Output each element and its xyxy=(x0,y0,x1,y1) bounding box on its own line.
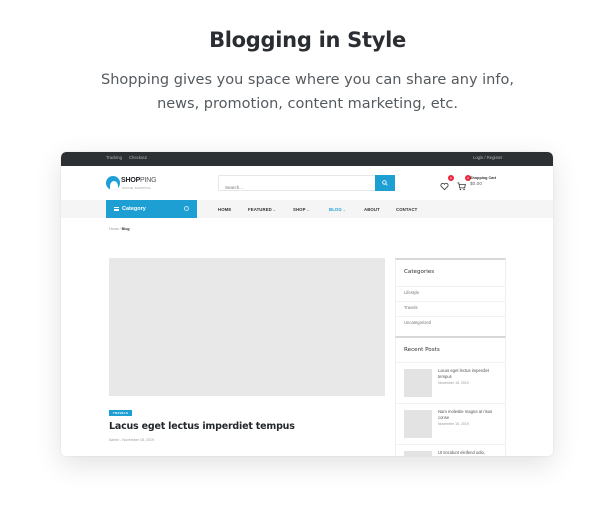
recent-post-item[interactable]: Ut tincidunt eleifend odio, xyxy=(396,444,505,456)
chevron-down-icon: ⌄ xyxy=(342,207,346,212)
hero-subtitle-line-2: news, promotion, content marketing, etc. xyxy=(157,96,458,112)
category-item[interactable]: Uncategorized xyxy=(396,316,505,331)
nav-home-label: HOME xyxy=(218,206,232,212)
recent-posts-widget: Recent Posts Lacus eget lectus imperdiet… xyxy=(395,336,506,456)
chevron-down-icon: ⌄ xyxy=(306,207,310,212)
nav-featured-label: FEATURED xyxy=(248,206,272,212)
nav-shop[interactable]: SHOP⌄ xyxy=(293,207,310,212)
nav-featured[interactable]: FEATURED⌄ xyxy=(248,207,276,212)
post-meta: Admin - November 15, 2019 xyxy=(109,438,154,442)
logo-tagline: ONLINE SHOPPING xyxy=(122,186,151,190)
recent-posts-widget-title: Recent Posts xyxy=(404,347,440,353)
cart-label[interactable]: Shopping Cart xyxy=(470,176,496,180)
site-logo[interactable]: SHOPPING ONLINE SHOPPING xyxy=(106,176,176,194)
recent-post-title[interactable]: Ut tincidunt eleifend odio, xyxy=(438,450,502,456)
checkout-link[interactable]: Checkout xyxy=(129,155,147,160)
nav-contact-label: CONTACT xyxy=(396,206,418,212)
category-item[interactable]: Travels xyxy=(396,301,505,316)
recent-post-title[interactable]: Nam molestie magna at risus conse xyxy=(438,409,502,421)
post-featured-image[interactable] xyxy=(109,258,385,396)
nav-contact[interactable]: CONTACT xyxy=(396,207,417,212)
cart-button[interactable]: 0 xyxy=(457,175,471,191)
main-nav: Category HOME FEATURED⌄ SHOP⌄ BLOG⌄ ABOU… xyxy=(61,200,553,218)
nav-shop-label: SHOP xyxy=(293,206,306,212)
cart-total: $0.00 xyxy=(470,182,483,187)
logo-text-bold: SHOP xyxy=(121,177,141,184)
recent-post-thumbnail[interactable] xyxy=(404,410,432,438)
recent-post-date: November 15, 2019 xyxy=(438,422,469,426)
wishlist-button[interactable]: 0 xyxy=(440,175,454,191)
category-item[interactable]: Lifestyle xyxy=(396,286,505,301)
nav-home[interactable]: HOME xyxy=(218,207,231,212)
recent-post-thumbnail[interactable] xyxy=(404,451,432,456)
post-author[interactable]: Admin xyxy=(109,438,119,442)
post-date: November 15, 2019 xyxy=(122,438,154,442)
menu-icon xyxy=(114,206,119,211)
heart-icon xyxy=(440,182,449,191)
wishlist-count-badge: 0 xyxy=(448,175,454,181)
recent-post-thumbnail[interactable] xyxy=(404,369,432,397)
hero-subtitle: Shopping gives you space where you can s… xyxy=(0,68,615,116)
chevron-down-icon: ⌄ xyxy=(272,207,276,212)
login-register-link[interactable]: Login / Register xyxy=(473,155,502,160)
nav-about[interactable]: ABOUT xyxy=(364,207,380,212)
hero-subtitle-line-1: Shopping gives you space where you can s… xyxy=(101,72,514,88)
category-label: Category xyxy=(122,206,146,212)
recent-post-date: November 15, 2019 xyxy=(438,381,469,385)
logo-text: SHOPPING xyxy=(121,177,157,184)
logo-icon xyxy=(106,176,120,190)
search-icon xyxy=(382,180,388,186)
category-menu-button[interactable]: Category xyxy=(106,200,197,218)
top-bar: Tracking Checkout Login / Register xyxy=(61,152,553,166)
categories-widget-title: Categories xyxy=(404,269,435,275)
search-button[interactable] xyxy=(375,175,395,191)
hero-title: Blogging in Style xyxy=(209,28,406,52)
browser-preview: Tracking Checkout Login / Register SHOPP… xyxy=(61,152,553,456)
recent-post-item[interactable]: Nam molestie magna at risus conse Novemb… xyxy=(396,403,505,444)
tracking-link[interactable]: Tracking xyxy=(106,155,122,160)
post-title[interactable]: Lacus eget lectus imperdiet tempus xyxy=(109,421,295,432)
category-toggle-icon xyxy=(184,206,189,211)
nav-blog-label: BLOG xyxy=(329,206,342,212)
logo-text-light: PING xyxy=(140,177,157,184)
post-category-tag[interactable]: TRAVELS xyxy=(109,410,132,416)
recent-post-title[interactable]: Lacus eget lectus imperdiet tempus xyxy=(438,368,502,380)
nav-about-label: ABOUT xyxy=(364,206,380,212)
cart-icon xyxy=(457,182,466,191)
categories-widget: Categories Lifestyle Travels Uncategoriz… xyxy=(395,258,506,338)
recent-post-item[interactable]: Lacus eget lectus imperdiet tempus Novem… xyxy=(396,362,505,403)
breadcrumb: Home / Blog xyxy=(109,227,130,231)
search-input[interactable] xyxy=(219,180,374,195)
breadcrumb-home[interactable]: Home xyxy=(109,227,119,231)
site-header: SHOPPING ONLINE SHOPPING 0 0 Shopping Ca… xyxy=(61,166,553,200)
breadcrumb-current: Blog xyxy=(121,227,130,231)
search-box xyxy=(218,175,395,195)
nav-blog[interactable]: BLOG⌄ xyxy=(329,207,346,212)
